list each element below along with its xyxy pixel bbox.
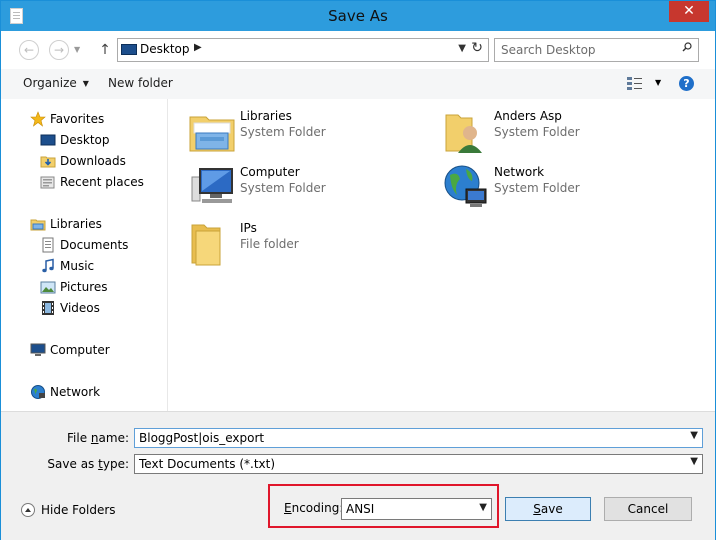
network-icon xyxy=(31,385,45,399)
organize-label: Organize xyxy=(23,76,77,90)
recent-places-icon xyxy=(40,176,55,189)
list-item[interactable]: Computer System Folder xyxy=(188,163,418,213)
collapse-chevron-icon xyxy=(21,503,35,517)
sidebar-item-label: Computer xyxy=(50,343,110,357)
file-name-field[interactable]: BloggPost|ois_export ▼ xyxy=(134,428,703,448)
navigation-bar: ← → ▼ ↑ Desktop ▶ ▼ ↻ xyxy=(1,31,715,69)
help-icon[interactable]: ? xyxy=(679,76,694,91)
new-folder-button[interactable]: New folder xyxy=(108,76,173,90)
file-name-value[interactable]: BloggPost|ois_export xyxy=(139,431,264,445)
save-as-type-dropdown-icon[interactable]: ▼ xyxy=(690,456,698,467)
file-list: Libraries System Folder Anders Asp Syste… xyxy=(168,99,715,411)
save-as-type-select[interactable]: Text Documents (*.txt) ▼ xyxy=(134,454,703,474)
sidebar-item-label: Desktop xyxy=(60,133,110,147)
sidebar-item-label: Network xyxy=(50,385,101,399)
file-name-dropdown-icon[interactable]: ▼ xyxy=(690,430,698,441)
file-type: System Folder xyxy=(494,181,580,195)
file-name: Network xyxy=(494,165,545,179)
address-bar[interactable]: Desktop ▶ ▼ ↻ xyxy=(117,38,489,62)
file-name: IPs xyxy=(240,221,257,235)
address-location[interactable]: Desktop xyxy=(140,42,190,56)
forward-arrow-icon[interactable]: → xyxy=(49,40,69,60)
sidebar-item-libraries[interactable]: Libraries xyxy=(30,215,102,233)
documents-icon xyxy=(42,237,54,253)
sidebar-item-computer[interactable]: Computer xyxy=(30,341,110,359)
back-arrow-icon[interactable]: ← xyxy=(19,40,39,60)
breadcrumb-chevron-icon[interactable]: ▶ xyxy=(194,42,202,53)
encoding-dropdown-icon[interactable]: ▼ xyxy=(479,502,487,513)
save-button[interactable]: Save xyxy=(505,497,591,521)
sidebar-item-label: Music xyxy=(60,259,95,273)
file-type: System Folder xyxy=(240,181,326,195)
encoding-value: ANSI xyxy=(346,502,375,516)
sidebar-item-label: Documents xyxy=(60,238,129,252)
window-title: Save As xyxy=(328,7,388,25)
list-item[interactable]: IPs File folder xyxy=(188,219,418,269)
refresh-icon[interactable]: ↻ xyxy=(471,40,483,56)
cancel-button[interactable]: Cancel xyxy=(604,497,692,521)
file-name: Libraries xyxy=(240,109,292,123)
save-as-type-value: Text Documents (*.txt) xyxy=(139,457,276,471)
computer-icon xyxy=(191,168,233,203)
encoding-select[interactable]: ANSI ▼ xyxy=(341,498,492,520)
sidebar-item-label: Videos xyxy=(60,301,100,315)
up-arrow-icon[interactable]: ↑ xyxy=(98,40,112,60)
desktop-icon xyxy=(40,134,56,146)
save-as-dialog: Save As ✕ ← → ▼ ↑ Desktop ▶ ▼ ↻ Organize… xyxy=(0,0,716,540)
sidebar-item-recent-places[interactable]: Recent places xyxy=(40,173,144,191)
search-icon[interactable] xyxy=(682,42,692,52)
file-name-label: File name: xyxy=(67,431,129,445)
title-bar[interactable]: Save As ✕ xyxy=(1,1,715,31)
save-options-pane: File name: BloggPost|ois_export ▼ Save a… xyxy=(1,411,715,540)
file-type: System Folder xyxy=(494,125,580,139)
organize-caret-icon: ▼ xyxy=(82,79,89,88)
sidebar-item-label: Favorites xyxy=(50,112,105,126)
encoding-label: Encoding: xyxy=(284,501,344,515)
desktop-icon xyxy=(121,44,137,55)
sidebar-item-desktop[interactable]: Desktop xyxy=(40,131,110,149)
sidebar-item-videos[interactable]: Videos xyxy=(42,299,100,317)
close-button[interactable]: ✕ xyxy=(669,1,709,22)
sidebar-item-label: Libraries xyxy=(50,217,102,231)
sidebar-item-downloads[interactable]: Downloads xyxy=(40,152,126,170)
pictures-icon xyxy=(40,281,56,294)
libraries-folder-icon xyxy=(30,219,46,231)
address-dropdown-icon[interactable]: ▼ xyxy=(458,43,466,54)
navigation-pane: Favorites Desktop Downloads Recent place… xyxy=(1,99,168,411)
sidebar-item-network[interactable]: Network xyxy=(31,383,101,401)
videos-icon xyxy=(42,301,54,315)
list-item[interactable]: Network System Folder xyxy=(442,163,672,213)
sidebar-item-label: Recent places xyxy=(60,175,144,189)
save-as-type-label: Save as type: xyxy=(47,457,129,471)
sidebar-item-music[interactable]: Music xyxy=(42,257,95,275)
file-type: File folder xyxy=(240,237,299,251)
music-icon xyxy=(42,258,54,273)
sidebar-item-favorites[interactable]: Favorites xyxy=(30,110,105,128)
user-folder-icon xyxy=(445,114,482,153)
computer-icon xyxy=(30,343,46,356)
command-bar: Organize ▼ New folder ▼ ? xyxy=(1,69,715,100)
organize-button[interactable]: Organize ▼ xyxy=(23,76,89,90)
view-dropdown-icon[interactable]: ▼ xyxy=(655,78,661,87)
hide-folders-label: Hide Folders xyxy=(41,503,116,517)
search-box[interactable] xyxy=(494,38,699,62)
view-options-icon[interactable] xyxy=(627,77,643,90)
list-item[interactable]: Libraries System Folder xyxy=(188,107,418,157)
list-item[interactable]: Anders Asp System Folder xyxy=(442,107,672,157)
star-icon xyxy=(30,111,46,127)
file-name: Anders Asp xyxy=(494,109,562,123)
downloads-folder-icon xyxy=(40,156,56,168)
sidebar-item-label: Downloads xyxy=(60,154,126,168)
folder-icon xyxy=(191,224,221,266)
file-type: System Folder xyxy=(240,125,326,139)
recent-locations-chevron-icon[interactable]: ▼ xyxy=(74,45,80,54)
sidebar-item-pictures[interactable]: Pictures xyxy=(40,278,108,296)
sidebar-item-documents[interactable]: Documents xyxy=(42,236,129,254)
search-input[interactable] xyxy=(499,42,673,58)
sidebar-item-label: Pictures xyxy=(60,280,108,294)
libraries-folder-icon xyxy=(189,116,235,152)
network-icon xyxy=(444,165,487,207)
file-name: Computer xyxy=(240,165,300,179)
